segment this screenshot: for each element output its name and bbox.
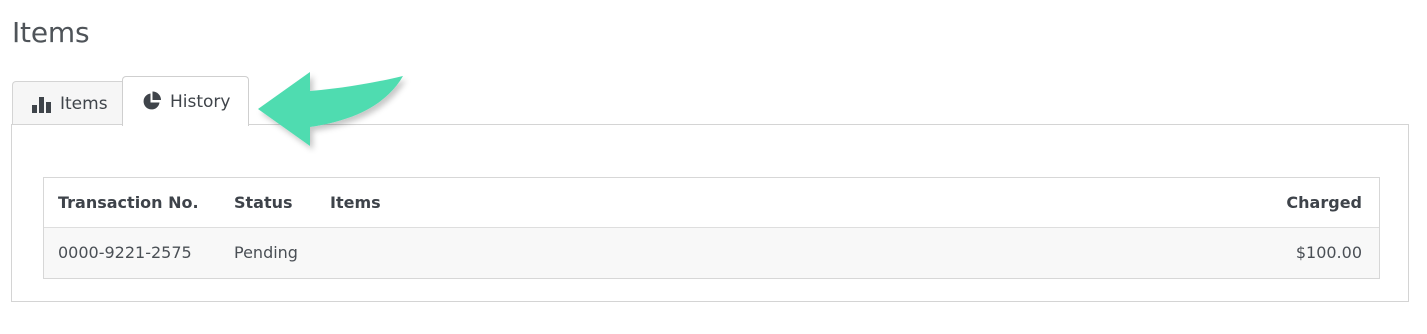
annotation-arrow-icon bbox=[248, 64, 418, 158]
status-cell: Pending bbox=[234, 243, 298, 262]
tab-history-label: History bbox=[170, 91, 231, 112]
transaction-no-cell: 0000-9221-2575 bbox=[58, 243, 192, 262]
tab-items[interactable]: Items bbox=[12, 81, 123, 125]
column-header-status: Status bbox=[234, 193, 293, 212]
tab-history[interactable]: History bbox=[122, 76, 249, 126]
tab-items-label: Items bbox=[60, 93, 108, 114]
transactions-table: Transaction No. Status Items Charged 000… bbox=[43, 177, 1380, 279]
bar-chart-icon bbox=[32, 95, 52, 113]
column-header-transaction-no: Transaction No. bbox=[58, 193, 199, 212]
page-title: Items bbox=[12, 16, 90, 49]
table-header-row: Transaction No. Status Items Charged bbox=[44, 178, 1379, 228]
column-header-charged: Charged bbox=[1286, 193, 1362, 212]
column-header-items: Items bbox=[330, 193, 381, 212]
history-panel: Transaction No. Status Items Charged 000… bbox=[11, 124, 1409, 302]
pie-chart-icon bbox=[141, 91, 162, 112]
charged-cell: $100.00 bbox=[1295, 243, 1362, 262]
table-row[interactable]: 0000-9221-2575 Pending $100.00 bbox=[44, 228, 1379, 278]
